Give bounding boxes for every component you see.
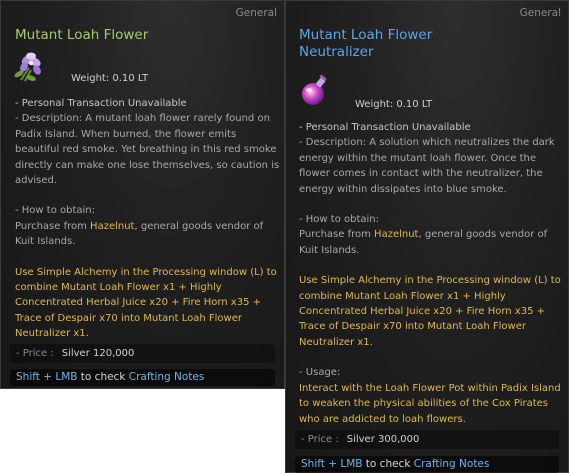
alchemy-line: Neutralizer x1. [15, 328, 89, 340]
price-value: Silver 120,000 [61, 348, 135, 359]
obtain-text: Purchase from Hazelnut, general goods ve… [299, 227, 560, 242]
item-title-line: Mutant Loah Flower [15, 27, 149, 43]
usage-line: Interact with the Loah Flower Pot within… [299, 382, 561, 394]
price-label: - Price : [16, 348, 54, 359]
usage-label: - Usage: [299, 367, 341, 379]
price-bar: - Price : Silver 300,000 [295, 430, 559, 449]
alchemy-line: Neutralizer x1. [299, 336, 373, 348]
alchemy-line: Concentrated Herbal Juice x20 + Fire Hor… [15, 297, 261, 309]
obtain-label: - How to obtain: [15, 205, 95, 217]
obtain-location: Kuit Islands. [15, 236, 76, 248]
crafting-notes-link[interactable]: Crafting Notes [129, 371, 205, 383]
alchemy-line: Use Simple Alchemy in the Processing win… [15, 266, 277, 278]
alchemy-line: Trace of Despair x70 into Mutant Loah Fl… [15, 312, 242, 324]
item-details: - Personal Transaction Unavailable - Des… [15, 96, 280, 342]
crafting-notes-link[interactable]: Crafting Notes [414, 458, 490, 470]
description-line: - Description: A mutant loah flower rare… [15, 113, 270, 125]
purple-flower-icon [13, 50, 47, 84]
obtain-suffix: , general goods vendor of [134, 220, 264, 232]
trade-restriction: - Personal Transaction Unavailable [15, 98, 187, 109]
item-tooltip-mutant-loah-flower: General Mutant Loah Flower Weight: 0.10 … [0, 0, 285, 389]
alchemy-line: Trace of Despair x70 into Mutant Loah Fl… [299, 321, 526, 333]
pink-potion-icon [298, 74, 332, 108]
description-line: energy within the mutant loah flower. On… [299, 152, 536, 164]
alchemy-line: combine Mutant Loah Flower x1 + Highly [15, 282, 222, 294]
hint-text: to check [362, 458, 414, 470]
price-value: Silver 300,000 [346, 434, 420, 445]
obtain-location: Kuit Islands. [299, 244, 360, 256]
obtain-prefix: Purchase from [299, 229, 375, 241]
description-line: energy within dissipates into blue smoke… [299, 183, 507, 195]
obtain-suffix: , general goods vendor of [418, 229, 548, 241]
alchemy-line: combine Mutant Loah Flower x1 + Highly [299, 290, 506, 302]
description-line: directly can make one lose themselves, s… [15, 159, 280, 171]
description-line: Padix Island. When burned, the flower em… [15, 128, 237, 140]
item-title: Mutant Loah Flower [15, 27, 148, 44]
description-line: advised. [15, 175, 58, 187]
obtain-prefix: Purchase from [15, 220, 91, 232]
hint-text: to check [77, 371, 129, 383]
item-title: Mutant Loah Flower Neutralizer [299, 27, 432, 61]
alchemy-line: Concentrated Herbal Juice x20 + Fire Hor… [299, 306, 545, 318]
description-line: flower comes in contact with the neutral… [299, 168, 543, 180]
item-category: General [235, 7, 277, 19]
shortcut-key: Shift + LMB [16, 371, 78, 383]
usage-line: who are addicted to loah flowers. [299, 413, 466, 425]
shortcut-key: Shift + LMB [301, 458, 363, 470]
price-bar: - Price : Silver 120,000 [10, 344, 275, 363]
vendor-npc-name: Hazelnut [374, 229, 419, 241]
obtain-text: Purchase from Hazelnut, general goods ve… [15, 219, 276, 234]
item-title-line: Neutralizer [299, 44, 374, 60]
usage-line: to weaken the physical abilities of the … [299, 398, 549, 410]
crafting-notes-hint[interactable]: Shift + LMB to check Crafting Notes [295, 456, 559, 473]
item-details: - Personal Transaction Unavailable - Des… [299, 120, 561, 427]
crafting-notes-hint[interactable]: Shift + LMB to check Crafting Notes [10, 369, 275, 386]
obtain-label: - How to obtain: [299, 214, 379, 226]
item-category: General [519, 7, 561, 19]
item-tooltip-mutant-loah-flower-neutralizer: General Mutant Loah Flower Neutralizer W… [285, 0, 569, 473]
item-weight: Weight: 0.10 LT [355, 99, 433, 110]
trade-restriction: - Personal Transaction Unavailable [299, 122, 471, 133]
price-label: - Price : [301, 434, 339, 445]
description-line: beautiful red smoke. Yet breathing in th… [15, 144, 277, 156]
item-title-line: Mutant Loah Flower [299, 27, 433, 43]
alchemy-line: Use Simple Alchemy in the Processing win… [299, 275, 561, 287]
description-line: - Description: A solution which neutrali… [299, 137, 555, 149]
vendor-npc-name: Hazelnut [90, 220, 135, 232]
item-weight: Weight: 0.10 LT [71, 73, 149, 84]
